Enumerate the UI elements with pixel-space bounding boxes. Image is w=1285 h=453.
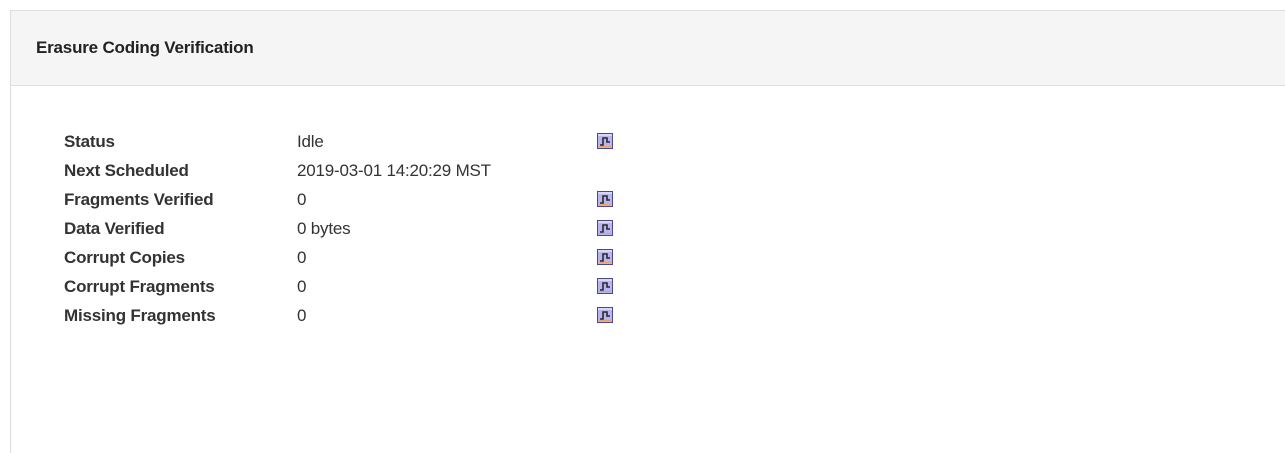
data-verified-chart-icon[interactable] [597, 220, 613, 237]
erasure-coding-verification-panel: Erasure Coding Verification Status Idle … [10, 10, 1285, 453]
data-verified-label: Data Verified [64, 218, 165, 238]
attributes-table: Status Idle Next Scheduled 2019-03-01 14… [64, 127, 617, 330]
corrupt-copies-value: 0 [297, 247, 307, 267]
status-chart-icon[interactable] [597, 133, 613, 150]
corrupt-copies-label: Corrupt Copies [64, 247, 185, 267]
row-corrupt-fragments: Corrupt Fragments 0 [64, 272, 617, 301]
missing-fragments-label: Missing Fragments [64, 305, 216, 325]
corrupt-fragments-label: Corrupt Fragments [64, 276, 215, 296]
row-fragments-verified: Fragments Verified 0 [64, 185, 617, 214]
row-corrupt-copies: Corrupt Copies 0 [64, 243, 617, 272]
next-scheduled-label: Next Scheduled [64, 160, 189, 180]
fragments-verified-label: Fragments Verified [64, 189, 214, 209]
fragments-verified-chart-icon[interactable] [597, 191, 613, 208]
row-data-verified: Data Verified 0 bytes [64, 214, 617, 243]
corrupt-fragments-chart-icon[interactable] [597, 278, 613, 295]
panel-title: Erasure Coding Verification [36, 38, 254, 57]
panel-heading: Erasure Coding Verification [11, 11, 1285, 86]
data-verified-value: 0 bytes [297, 218, 351, 238]
row-next-scheduled: Next Scheduled 2019-03-01 14:20:29 MST [64, 156, 617, 185]
row-missing-fragments: Missing Fragments 0 [64, 301, 617, 330]
corrupt-fragments-value: 0 [297, 276, 307, 296]
row-status: Status Idle [64, 127, 617, 156]
status-value: Idle [297, 131, 324, 151]
corrupt-copies-chart-icon[interactable] [597, 249, 613, 266]
missing-fragments-value: 0 [297, 305, 307, 325]
missing-fragments-chart-icon[interactable] [597, 307, 613, 324]
status-label: Status [64, 131, 115, 151]
fragments-verified-value: 0 [297, 189, 307, 209]
next-scheduled-value: 2019-03-01 14:20:29 MST [297, 160, 491, 180]
